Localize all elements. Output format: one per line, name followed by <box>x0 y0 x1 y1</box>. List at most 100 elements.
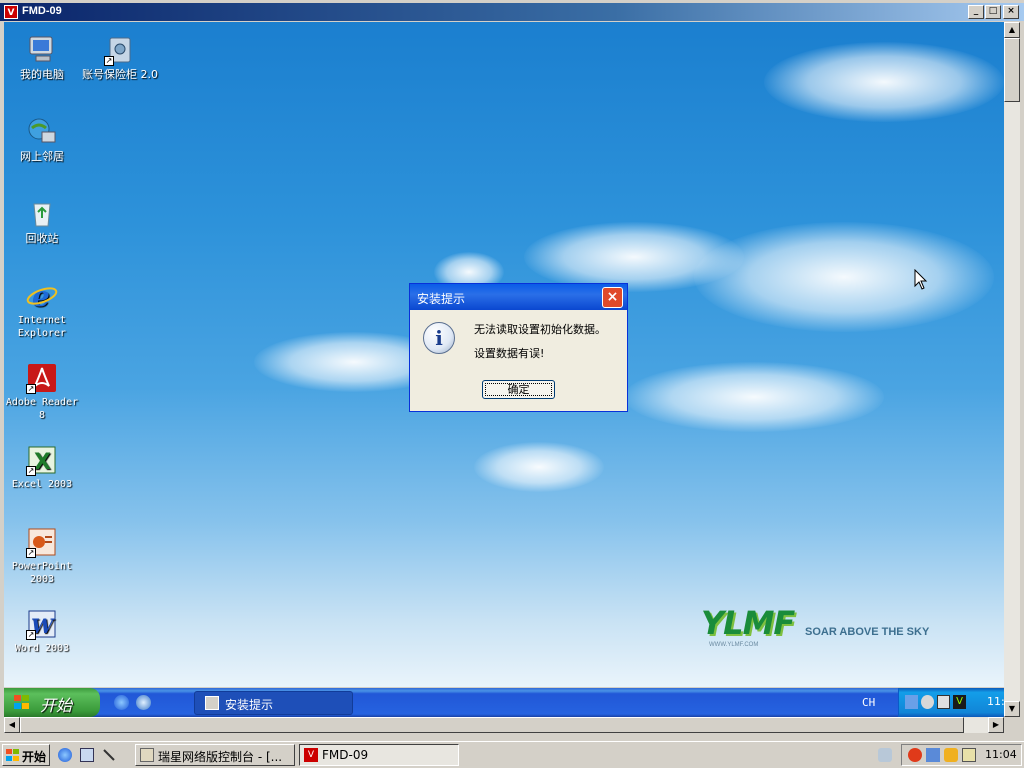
adobe-reader-icon: ↗ <box>26 362 58 394</box>
dialog-title-bar[interactable]: 安装提示 × <box>410 284 627 310</box>
umbrella-tray-icon[interactable] <box>944 748 958 762</box>
horizontal-scroll-thumb[interactable] <box>20 717 964 733</box>
desktop-icon-label: 网上邻居 <box>20 150 64 163</box>
monitor-tray-icon[interactable] <box>962 748 976 762</box>
quicklaunch-ie-icon[interactable] <box>114 695 129 710</box>
quicklaunch-desktop-icon[interactable] <box>80 748 94 762</box>
shortcut-arrow-icon: ↗ <box>26 466 36 476</box>
desktop-icon-label: 账号保险柜 2.0 <box>82 68 158 81</box>
windows-flag-icon <box>6 749 20 762</box>
quicklaunch-desktop-icon[interactable] <box>136 695 151 710</box>
ok-button[interactable]: 确定 <box>482 380 555 399</box>
cloud-decoration <box>694 222 994 332</box>
dialog-title: 安装提示 <box>417 292 466 306</box>
desktop-icon-network-places[interactable]: 网上邻居 <box>4 116 80 163</box>
cloud-decoration <box>474 442 604 492</box>
remote-clock: 11: <box>987 695 1005 708</box>
my-computer-icon <box>26 34 58 66</box>
desktop-icon-label: PowerPoint 2003 <box>11 561 73 585</box>
quicklaunch-pen-icon[interactable] <box>102 748 116 762</box>
console-icon <box>140 748 154 762</box>
cloud-decoration <box>764 42 1004 122</box>
excel-icon: X ↗ <box>26 444 58 476</box>
vnc-app-icon: V <box>304 748 318 762</box>
quicklaunch-ie-icon[interactable] <box>58 748 72 762</box>
task-label: 瑞星网络版控制台 - [... <box>158 750 283 764</box>
language-indicator[interactable]: CH <box>862 696 875 709</box>
scroll-right-button[interactable]: ▶ <box>988 717 1004 733</box>
ylmf-logo: YLMF <box>701 604 795 642</box>
desktop-icon-recycle-bin[interactable]: 回收站 <box>4 198 80 245</box>
shortcut-arrow-icon: ↗ <box>104 56 114 66</box>
host-clock: 11:04 <box>985 748 1017 761</box>
info-icon: i <box>423 322 455 354</box>
svg-text:X: X <box>34 450 51 475</box>
desktop-icon-label: 回收站 <box>25 232 59 245</box>
windows-flag-icon <box>14 695 30 710</box>
viewer-title: FMD-09 <box>22 5 62 17</box>
host-task-fmd09[interactable]: V FMD-09 <box>299 744 459 766</box>
powerpoint-icon: ↗ <box>26 526 58 558</box>
logo-slogan: SOAR ABOVE THE SKY <box>805 626 930 638</box>
desktop-icon-account-safe[interactable]: ↗ 账号保险柜 2.0 <box>82 34 158 81</box>
network-globe-icon <box>26 116 58 148</box>
desktop-icon-adobe-reader[interactable]: ↗ Adobe Reader 8 <box>4 362 80 422</box>
desktop-icon-word[interactable]: W ↗ Word 2003 <box>4 608 80 655</box>
update-tray-icon[interactable] <box>921 695 934 709</box>
close-button[interactable]: × <box>1003 5 1019 19</box>
desktop-icon-label: Internet Explorer <box>17 315 67 339</box>
host-system-tray: 11:04 <box>901 744 1022 766</box>
vnc-app-icon: V <box>4 5 18 19</box>
host-task-rising-console[interactable]: 瑞星网络版控制台 - [... <box>135 744 295 766</box>
scroll-left-button[interactable]: ◀ <box>4 717 20 733</box>
maximize-button[interactable]: □ <box>985 5 1001 19</box>
vnc-tray-icon[interactable]: V <box>953 695 966 709</box>
word-icon: W ↗ <box>26 608 58 640</box>
start-label: 开始 <box>22 750 47 764</box>
scroll-up-button[interactable]: ▲ <box>1004 22 1020 38</box>
desktop-icon-label: 我的电脑 <box>20 68 64 81</box>
dialog-message-line2: 设置数据有误! <box>474 347 545 360</box>
install-alert-dialog: 安装提示 × i 无法读取设置初始化数据。 设置数据有误! 确定 <box>409 283 628 412</box>
host-taskbar: 开始 瑞星网络版控制台 - [... V FMD-09 11:04 <box>0 741 1024 768</box>
network-tray-icon[interactable] <box>926 748 940 762</box>
task-label: FMD-09 <box>322 748 369 762</box>
dialog-close-button[interactable]: × <box>602 287 623 308</box>
viewer-title-bar[interactable]: V FMD-09 _ □ × <box>0 3 1024 21</box>
ie-icon: e <box>26 280 58 313</box>
safe-icon: ↗ <box>104 34 136 66</box>
desktop-icon-internet-explorer[interactable]: e Internet Explorer <box>4 280 80 340</box>
installer-icon <box>205 696 219 710</box>
antivirus-tray-icon[interactable] <box>908 748 922 762</box>
shortcut-arrow-icon: ↗ <box>26 384 36 394</box>
remote-desktop[interactable]: 我的电脑 ↗ 账号保险柜 2.0 网上邻居 回收站 e Internet Exp… <box>4 22 1004 687</box>
remote-task-install-alert[interactable]: 安装提示 <box>194 691 353 715</box>
network-tray-icon[interactable] <box>905 695 918 709</box>
shortcut-arrow-icon: ↗ <box>26 548 36 558</box>
dialog-message-line1: 无法读取设置初始化数据。 <box>474 323 606 336</box>
task-label: 安装提示 <box>225 698 274 712</box>
logo-url: WWW.YLMF.COM <box>709 642 759 648</box>
desktop-icon-powerpoint[interactable]: ↗ PowerPoint 2003 <box>4 526 80 586</box>
desktop-icon-label: Excel 2003 <box>11 479 73 490</box>
desktop-icon-excel[interactable]: X ↗ Excel 2003 <box>4 444 80 491</box>
scroll-down-button[interactable]: ▼ <box>1004 701 1020 717</box>
minimize-button[interactable]: _ <box>968 5 984 19</box>
remote-taskbar: 开始 安装提示 CH V 11: <box>4 688 1005 717</box>
desktop-icon-label: Word 2003 <box>14 643 70 654</box>
monitor-tray-icon[interactable] <box>937 695 950 709</box>
shortcut-arrow-icon: ↗ <box>26 630 36 640</box>
wallpaper-logo: YLMF SOAR ABOVE THE SKY WWW.YLMF.COM <box>701 604 961 652</box>
host-start-button[interactable]: 开始 <box>2 744 50 766</box>
vertical-scrollbar[interactable]: ▲ ▼ <box>1004 22 1020 717</box>
remote-system-tray: V 11: <box>898 688 1005 717</box>
remote-viewer-window: V FMD-09 _ □ × 我的电脑 ↗ 账号保险柜 2.0 网上邻居 回收站… <box>0 0 1024 741</box>
desktop-icon-label: Adobe Reader 8 <box>5 397 79 421</box>
vertical-scroll-thumb[interactable] <box>1004 38 1020 102</box>
mouse-cursor-icon <box>914 269 928 290</box>
cloud-decoration <box>624 362 884 432</box>
remote-start-button[interactable]: 开始 <box>4 688 100 717</box>
desktop-icon-my-computer[interactable]: 我的电脑 <box>4 34 80 81</box>
printer-tray-icon[interactable] <box>878 748 892 762</box>
horizontal-scrollbar[interactable]: ◀ ▶ <box>4 717 1004 733</box>
